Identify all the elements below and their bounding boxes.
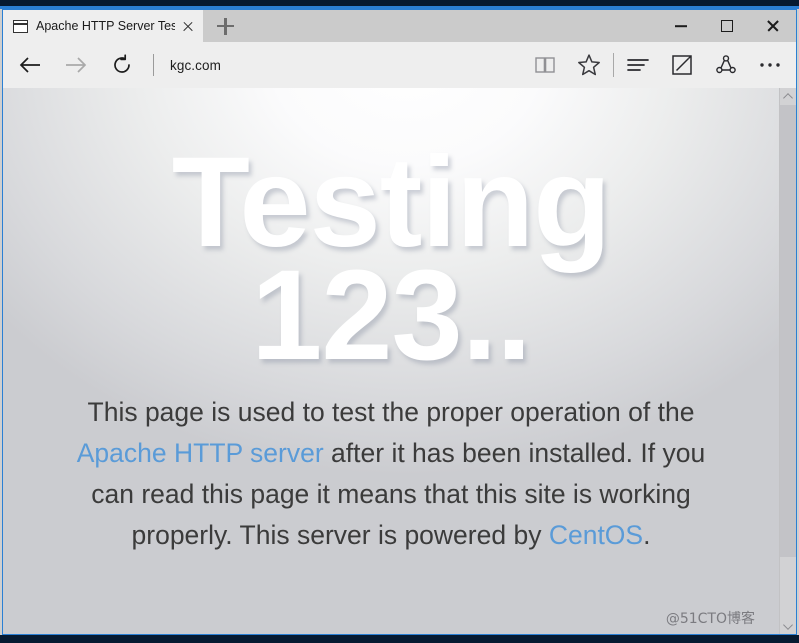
- chevron-up-icon: [783, 92, 793, 103]
- page-paragraph: This page is used to test the proper ope…: [61, 392, 721, 556]
- hub-button[interactable]: [616, 42, 660, 88]
- watermark: @51CTO博客: [665, 611, 755, 627]
- close-icon: [766, 19, 780, 33]
- centos-link[interactable]: CentOS: [549, 520, 643, 550]
- back-arrow-icon: [19, 57, 40, 73]
- refresh-button[interactable]: [99, 42, 145, 88]
- tab-strip: Apache HTTP Server Tes: [3, 10, 796, 42]
- hub-lines-icon: [627, 59, 649, 71]
- maximize-icon: [721, 20, 733, 32]
- close-tab-icon[interactable]: [179, 17, 197, 35]
- forward-button[interactable]: [53, 42, 99, 88]
- forward-arrow-icon: [66, 57, 87, 73]
- page-icon: [13, 19, 28, 33]
- maximize-button[interactable]: [704, 10, 750, 42]
- address-bar[interactable]: kgc.com: [156, 45, 523, 85]
- desktop-bottom-strip: [0, 635, 799, 643]
- back-button[interactable]: [7, 42, 53, 88]
- toolbar-actions: [523, 42, 792, 88]
- favorites-button[interactable]: [567, 42, 611, 88]
- paragraph-part-1: This page is used to test the proper ope…: [87, 397, 695, 427]
- paragraph-part-3: .: [643, 520, 651, 550]
- refresh-icon: [114, 54, 130, 73]
- scroll-up-button[interactable]: [780, 88, 796, 105]
- apache-http-server-link[interactable]: Apache HTTP server: [77, 438, 324, 468]
- edge-browser-frame: Apache HTTP Server Tes kgc.com Testing 1…: [2, 9, 797, 635]
- web-page-content: Testing 123.. This page is used to test …: [3, 88, 779, 634]
- pencil-square-icon: [672, 55, 692, 75]
- book-icon: [535, 57, 555, 73]
- browser-window: Apache HTTP Server Tes kgc.com Testing 1…: [0, 0, 799, 643]
- vertical-scrollbar[interactable]: [779, 88, 796, 634]
- window-controls: [658, 10, 796, 42]
- tab-title: Apache HTTP Server Tes: [36, 19, 175, 33]
- page-title: Testing 123..: [3, 139, 779, 387]
- page-inner: Testing 123.. This page is used to test …: [3, 88, 779, 556]
- new-tab-button[interactable]: [203, 10, 247, 42]
- page-viewport: Testing 123.. This page is used to test …: [3, 88, 796, 634]
- address-text: kgc.com: [170, 57, 221, 73]
- address-divider: [153, 54, 154, 76]
- page-title-line-2: 123..: [251, 244, 532, 387]
- share-button[interactable]: [704, 42, 748, 88]
- scroll-down-button[interactable]: [780, 617, 796, 634]
- star-icon: [578, 54, 600, 76]
- browser-tab[interactable]: Apache HTTP Server Tes: [3, 10, 203, 42]
- chevron-down-icon: [783, 619, 793, 630]
- share-icon: [716, 55, 736, 74]
- close-window-button[interactable]: [750, 10, 796, 42]
- ellipsis-icon: [760, 63, 780, 67]
- scrollbar-thumb[interactable]: [780, 105, 796, 557]
- minimize-icon: [675, 25, 687, 27]
- web-note-button[interactable]: [660, 42, 704, 88]
- minimize-button[interactable]: [658, 10, 704, 42]
- reading-view-button[interactable]: [523, 42, 567, 88]
- browser-toolbar: kgc.com: [3, 42, 796, 88]
- toolbar-divider: [613, 53, 614, 77]
- more-button[interactable]: [748, 42, 792, 88]
